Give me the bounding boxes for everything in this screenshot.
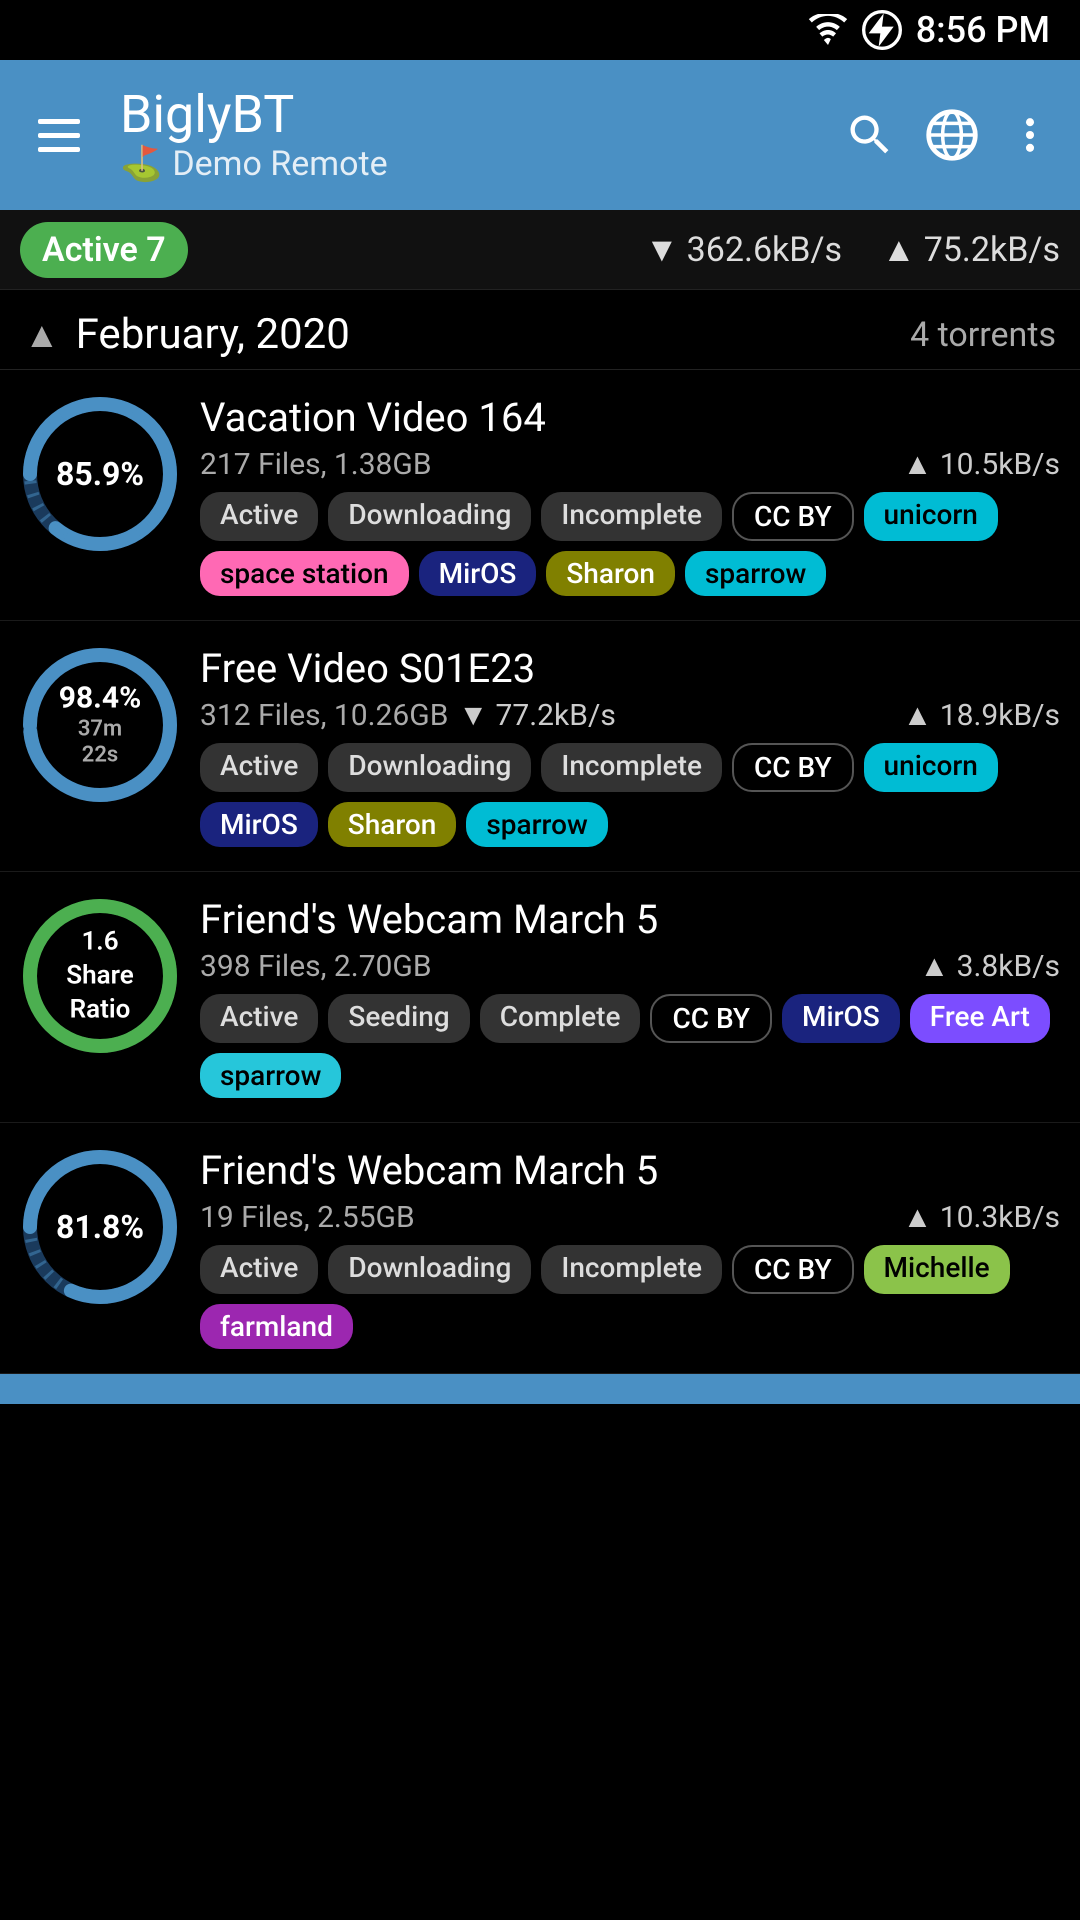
torrent-tag[interactable]: Complete [480, 994, 641, 1043]
torrent-list: 85.9% Vacation Video 164 217 Files, 1.38… [0, 370, 1080, 1374]
torrent-tag[interactable]: sparrow [466, 802, 607, 847]
tags-row: ActiveDownloadingIncompleteCC BYMichelle… [200, 1245, 1060, 1349]
app-title: BiglyBT [120, 86, 824, 143]
status-bar: 8:56 PM [0, 0, 1080, 60]
torrent-tag[interactable]: Active [200, 743, 318, 792]
circle-label: 98.4%37m 22s [59, 681, 142, 770]
torrent-tag[interactable]: Active [200, 492, 318, 541]
torrent-files: 312 Files, 10.26GB [200, 698, 448, 733]
torrent-tag[interactable]: MirOS [782, 994, 900, 1043]
more-options-icon[interactable] [1008, 113, 1052, 157]
app-title-area: BiglyBT ⛳ Demo Remote [110, 86, 824, 183]
torrent-files: 217 Files, 1.38GB [200, 447, 432, 482]
circle-label: 81.8% [56, 1208, 144, 1246]
torrent-progress-circle: 98.4%37m 22s [20, 645, 180, 805]
subtitle-text: Demo Remote [172, 144, 387, 184]
torrent-files: 19 Files, 2.55GB [200, 1200, 415, 1235]
torrent-tag[interactable]: Sharon [328, 802, 457, 847]
bolt-icon [862, 10, 902, 50]
torrent-info: Friend's Webcam March 5 398 Files, 2.70G… [200, 896, 1060, 1098]
torrent-tag[interactable]: sparrow [200, 1053, 341, 1098]
search-icon[interactable] [844, 109, 896, 161]
active-bar: Active 7 ▼ 362.6kB/s ▲ 75.2kB/s [0, 210, 1080, 290]
bottom-indicator [0, 1374, 1080, 1404]
torrent-name: Vacation Video 164 [200, 394, 1060, 441]
menu-button[interactable] [28, 109, 90, 162]
torrent-tag[interactable]: Downloading [328, 492, 531, 541]
circle-label: 85.9% [56, 455, 144, 493]
torrent-item[interactable]: 98.4%37m 22s Free Video S01E23 312 Files… [0, 621, 1080, 872]
section-count: 4 torrents [910, 315, 1056, 355]
torrent-tag[interactable]: Incomplete [541, 743, 722, 792]
torrent-info: Free Video S01E23 312 Files, 10.26GB ▼ 7… [200, 645, 1060, 847]
torrent-meta: 217 Files, 1.38GB ▲ 10.5kB/s [200, 447, 1060, 482]
torrent-item[interactable]: 81.8% Friend's Webcam March 5 19 Files, … [0, 1123, 1080, 1374]
upload-speed: ▲ 75.2kB/s [882, 230, 1060, 270]
circle-label: 1.6ShareRatio [66, 925, 133, 1026]
torrent-tag[interactable]: MirOS [200, 802, 318, 847]
down-arrow: ▼ [645, 230, 679, 270]
torrent-tag[interactable]: Free Art [910, 994, 1050, 1043]
tags-row: ActiveSeedingCompleteCC BYMirOSFree Art s… [200, 994, 1060, 1098]
download-speed-value: 362.6kB/s [687, 230, 842, 270]
torrent-tag[interactable]: Incomplete [541, 1245, 722, 1294]
torrent-meta: 19 Files, 2.55GB ▲ 10.3kB/s [200, 1200, 1060, 1235]
app-bar-actions [844, 107, 1052, 163]
status-time: 8:56 PM [916, 9, 1050, 51]
torrent-item[interactable]: 85.9% Vacation Video 164 217 Files, 1.38… [0, 370, 1080, 621]
torrent-progress-circle: 81.8% [20, 1147, 180, 1307]
chevron-up-icon: ▲ [24, 314, 60, 356]
globe-icon[interactable] [924, 107, 980, 163]
torrent-tag[interactable]: unicorn [864, 492, 998, 541]
torrent-tag[interactable]: Downloading [328, 743, 531, 792]
torrent-tag[interactable]: CC BY [732, 743, 854, 792]
torrent-progress-circle: 85.9% [20, 394, 180, 554]
torrent-tag[interactable]: Downloading [328, 1245, 531, 1294]
tags-row: ActiveDownloadingIncompleteCC BYunicorn s… [200, 492, 1060, 596]
status-icons: 8:56 PM [808, 9, 1050, 51]
torrent-tag[interactable]: MirOS [419, 551, 537, 596]
torrent-tag[interactable]: Active [200, 1245, 318, 1294]
torrent-tag[interactable]: CC BY [732, 1245, 854, 1294]
torrent-meta: 312 Files, 10.26GB ▼ 77.2kB/s ▲ 18.9kB/s [200, 698, 1060, 733]
torrent-tag[interactable]: Incomplete [541, 492, 722, 541]
app-bar: BiglyBT ⛳ Demo Remote [0, 60, 1080, 210]
download-speed: ▼ 362.6kB/s [645, 230, 842, 270]
torrent-name: Free Video S01E23 [200, 645, 1060, 692]
torrent-tag[interactable]: space station [200, 551, 409, 596]
speed-info: ▼ 362.6kB/s ▲ 75.2kB/s [645, 230, 1060, 270]
torrent-tag[interactable]: Michelle [864, 1245, 1010, 1294]
torrent-name: Friend's Webcam March 5 [200, 896, 1060, 943]
torrent-speed: ▲ 10.5kB/s [903, 447, 1060, 482]
torrent-info: Vacation Video 164 217 Files, 1.38GB ▲ 1… [200, 394, 1060, 596]
torrent-speed: ▲ 10.3kB/s [903, 1200, 1060, 1235]
active-badge[interactable]: Active 7 [20, 222, 188, 278]
torrent-tag[interactable]: farmland [200, 1304, 353, 1349]
app-subtitle: ⛳ Demo Remote [120, 144, 824, 184]
section-title: February, 2020 [76, 310, 910, 359]
torrent-tag[interactable]: CC BY [732, 492, 854, 541]
torrent-item[interactable]: 1.6ShareRatio Friend's Webcam March 5 39… [0, 872, 1080, 1123]
section-header[interactable]: ▲ February, 2020 4 torrents [0, 290, 1080, 370]
torrent-tag[interactable]: Seeding [328, 994, 469, 1043]
torrent-info: Friend's Webcam March 5 19 Files, 2.55GB… [200, 1147, 1060, 1349]
torrent-speed: ▲ 3.8kB/s [919, 949, 1060, 984]
torrent-speed: ▲ 18.9kB/s [903, 698, 1060, 733]
torrent-dl-speed: ▼ 77.2kB/s [458, 698, 615, 733]
torrent-name: Friend's Webcam March 5 [200, 1147, 1060, 1194]
wifi-icon [808, 14, 848, 46]
flag-icon: ⛳ [120, 144, 162, 184]
torrent-meta: 398 Files, 2.70GB ▲ 3.8kB/s [200, 949, 1060, 984]
upload-speed-value: 75.2kB/s [924, 230, 1060, 270]
torrent-tag[interactable]: unicorn [864, 743, 998, 792]
tags-row: ActiveDownloadingIncompleteCC BYunicorn M… [200, 743, 1060, 847]
torrent-tag[interactable]: CC BY [650, 994, 772, 1043]
torrent-files: 398 Files, 2.70GB [200, 949, 432, 984]
torrent-tag[interactable]: Active [200, 994, 318, 1043]
up-arrow: ▲ [882, 230, 916, 270]
torrent-tag[interactable]: Sharon [546, 551, 675, 596]
torrent-progress-circle: 1.6ShareRatio [20, 896, 180, 1056]
torrent-tag[interactable]: sparrow [685, 551, 826, 596]
